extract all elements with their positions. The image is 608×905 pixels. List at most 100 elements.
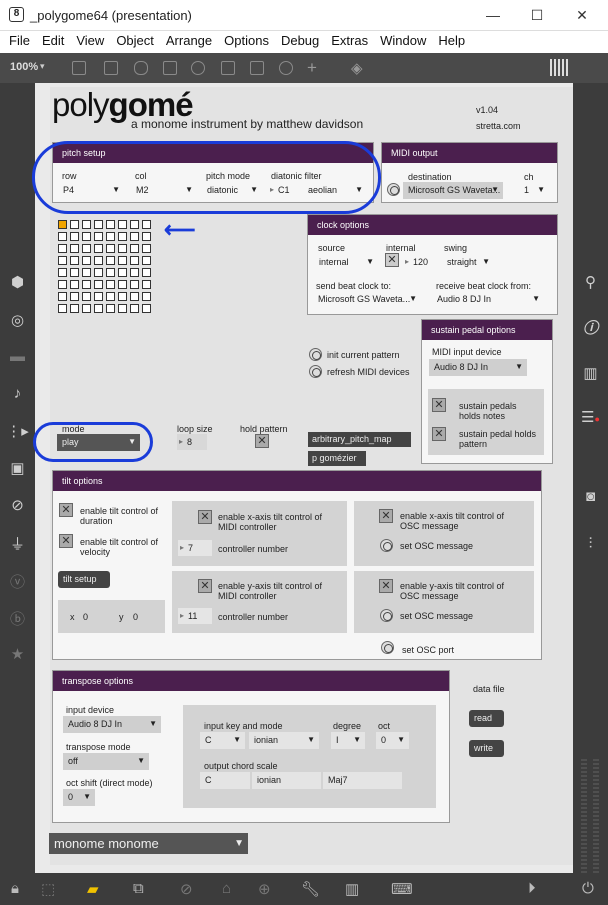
power-icon[interactable]: ⏻ [582, 880, 594, 897]
oct-select[interactable]: 0 ▼ [376, 732, 409, 749]
minimize-icon[interactable]: — [478, 5, 508, 25]
grid-cell[interactable] [106, 232, 115, 241]
x-cc-number[interactable]: 7 [178, 540, 212, 556]
holds-pattern-checkbox[interactable]: ✕ [432, 427, 446, 441]
grid-cell[interactable] [130, 244, 139, 253]
grid-cell[interactable] [106, 268, 115, 277]
grid-cell[interactable] [82, 268, 91, 277]
play-circle-icon[interactable]: ⏵ [528, 880, 536, 897]
info-icon[interactable]: ⓘ [573, 317, 608, 338]
mode-scale-select[interactable]: ionian ▼ [249, 732, 319, 749]
grid-cell[interactable] [142, 244, 151, 253]
play-icon[interactable] [221, 61, 235, 75]
destination-toggle[interactable] [387, 183, 400, 196]
dial-icon[interactable] [279, 61, 293, 75]
grid-cell[interactable] [58, 280, 67, 289]
chevron-down-icon[interactable]: ▾ [40, 61, 45, 72]
plus-icon[interactable]: + [307, 58, 317, 78]
grid-cell[interactable] [118, 244, 127, 253]
grid-cell[interactable] [118, 256, 127, 265]
destination-select[interactable]: Microsoft GS Waveta... ▼ [403, 182, 503, 199]
grid-cell[interactable] [58, 304, 67, 313]
menu-arrange[interactable]: Arrange [160, 31, 218, 51]
grid-cell[interactable] [130, 256, 139, 265]
piano-icon[interactable]: ▥ [345, 880, 359, 898]
grid-cell[interactable] [130, 220, 139, 229]
grid-cell[interactable] [58, 292, 67, 301]
toggle-icon[interactable] [163, 61, 177, 75]
grid-cell[interactable] [142, 268, 151, 277]
grid-cell[interactable] [70, 220, 79, 229]
cube-icon[interactable]: ⬢ [0, 273, 35, 291]
transpose-mode-select[interactable]: off ▼ [63, 753, 149, 770]
maximize-icon[interactable]: ☐ [522, 5, 552, 25]
menu-object[interactable]: Object [110, 31, 160, 51]
image-icon[interactable]: ▣ [0, 459, 35, 477]
grid-cell[interactable] [70, 292, 79, 301]
grid-cell[interactable] [106, 256, 115, 265]
send-clock-select[interactable]: Microsoft GS Waveta... ▼ [313, 291, 421, 308]
set-osc-port-button[interactable] [381, 641, 394, 654]
slider-icon[interactable] [250, 61, 264, 75]
menu-extras[interactable]: Extras [325, 31, 374, 51]
grid-cell[interactable] [70, 280, 79, 289]
init-pattern-button[interactable] [309, 348, 322, 361]
degree-select[interactable]: I ▼ [331, 732, 365, 749]
grid-cell[interactable] [82, 220, 91, 229]
presentation-icon[interactable]: ▰ [87, 880, 99, 898]
message-box-icon[interactable] [104, 61, 118, 75]
grid-cell[interactable] [118, 220, 127, 229]
grid-cell[interactable] [106, 220, 115, 229]
channel-select[interactable]: 1 ▼ [519, 182, 549, 199]
comment-icon[interactable] [134, 61, 148, 75]
grid-cell[interactable] [82, 280, 91, 289]
grid-cell[interactable] [142, 220, 151, 229]
book-icon[interactable]: ▥ [573, 364, 608, 382]
y-midi-checkbox[interactable]: ✕ [198, 579, 212, 593]
vimeo-icon[interactable]: ⓥ [0, 571, 35, 592]
plug-icon[interactable]: ⏚ [0, 533, 35, 554]
x-osc-checkbox[interactable]: ✕ [379, 509, 393, 523]
menu-file[interactable]: File [0, 31, 36, 51]
holds-notes-checkbox[interactable]: ✕ [432, 398, 446, 412]
bpm-number[interactable]: 120 [403, 254, 435, 270]
grid-cell[interactable] [58, 268, 67, 277]
menu-window[interactable]: Window [374, 31, 432, 51]
lock-icon[interactable]: 🔒︎ [11, 880, 19, 897]
key-select[interactable]: C ▼ [200, 732, 245, 749]
oct-shift-select[interactable]: 0 ▼ [63, 789, 95, 806]
grid-cell[interactable] [70, 232, 79, 241]
grid-cell[interactable] [106, 244, 115, 253]
grid-cell[interactable] [94, 268, 103, 277]
grid-cell[interactable] [94, 244, 103, 253]
grid-cell[interactable] [82, 232, 91, 241]
menu-edit[interactable]: Edit [36, 31, 70, 51]
swing-select[interactable]: straight ▼ [442, 254, 494, 271]
grid-cell[interactable] [94, 220, 103, 229]
internal-clock-toggle[interactable]: ✕ [385, 253, 399, 267]
grid-cell[interactable] [58, 232, 67, 241]
grid-cell[interactable] [70, 244, 79, 253]
device-select[interactable]: monome monome ▼ [49, 833, 248, 854]
source-select[interactable]: internal ▼ [314, 254, 378, 271]
grid-cell[interactable] [58, 244, 67, 253]
receive-clock-select[interactable]: Audio 8 DJ In ▼ [432, 291, 544, 308]
grid-cell[interactable] [142, 232, 151, 241]
grid-cell[interactable] [130, 268, 139, 277]
grid-cell[interactable] [82, 292, 91, 301]
card-icon[interactable]: ▬ [0, 348, 35, 365]
layers-icon[interactable]: ⧉ [133, 880, 144, 897]
x-set-osc-button[interactable] [380, 539, 393, 552]
close-icon[interactable]: ✕ [567, 5, 597, 25]
grid-cell[interactable] [130, 304, 139, 313]
menu-view[interactable]: View [70, 31, 110, 51]
refresh-midi-button[interactable] [309, 365, 322, 378]
grid-cell[interactable] [142, 280, 151, 289]
grid-cell[interactable] [106, 280, 115, 289]
mixer-icon[interactable]: ⫶ [573, 535, 608, 552]
y-set-osc-button[interactable] [380, 609, 393, 622]
mute-icon[interactable]: ⊘ [180, 880, 193, 898]
grid-cell[interactable] [106, 292, 115, 301]
y-cc-number[interactable]: 11 [178, 608, 212, 624]
wrench-icon[interactable]: 🔧︎ [301, 880, 320, 898]
